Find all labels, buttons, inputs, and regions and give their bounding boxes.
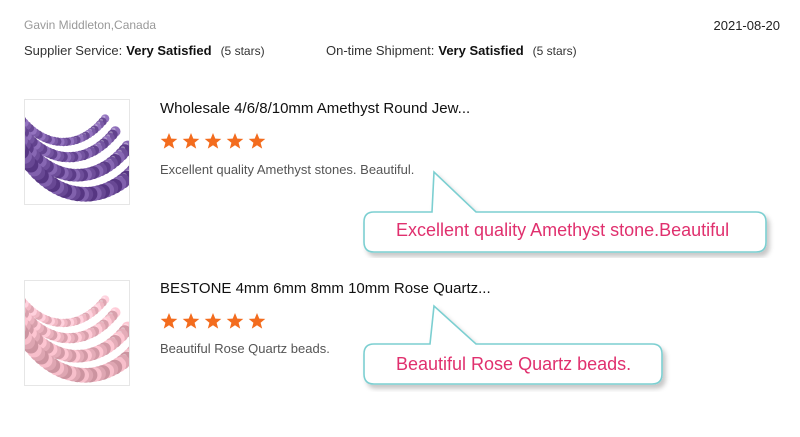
star-icon [182,312,200,330]
product-title-link[interactable]: Wholesale 4/6/8/10mm Amethyst Round Jew.… [160,100,470,117]
annotation-callout [363,170,767,253]
star-icon [204,312,222,330]
product-thumbnail-amethyst[interactable] [24,99,130,205]
supplier-service-rating: Supplier Service: Very Satisfied (5 stars) [24,43,265,58]
shipment-rating: On-time Shipment: Very Satisfied (5 stars) [326,43,577,58]
product-title-link[interactable]: BESTONE 4mm 6mm 8mm 10mm Rose Quartz... [160,280,491,297]
review-comment: Beautiful Rose Quartz beads. [160,341,330,356]
product-star-rating [160,312,266,332]
supplier-service-value: Very Satisfied [126,43,212,58]
review-date: 2021-08-20 [713,18,781,33]
shipment-label: On-time Shipment: [326,43,435,58]
star-icon [160,132,178,150]
reviewer-name: Gavin Middleton,Canada [24,18,157,32]
supplier-service-stars: (5 stars) [220,44,265,58]
star-icon [248,312,266,330]
star-icon [248,132,266,150]
product-star-rating [160,132,266,152]
star-icon [160,312,178,330]
star-icon [204,132,222,150]
supplier-service-label: Supplier Service: [24,43,123,58]
annotation-callout [363,304,663,385]
product-thumbnail-rose-quartz[interactable] [24,280,130,386]
star-icon [182,132,200,150]
star-icon [226,312,244,330]
annotation-callout-text: Excellent quality Amethyst stone.Beautif… [396,220,730,240]
star-icon [226,132,244,150]
shipment-stars: (5 stars) [532,44,577,58]
annotation-callout-text: Beautiful Rose Quartz beads. [396,354,632,374]
shipment-value: Very Satisfied [438,43,524,58]
